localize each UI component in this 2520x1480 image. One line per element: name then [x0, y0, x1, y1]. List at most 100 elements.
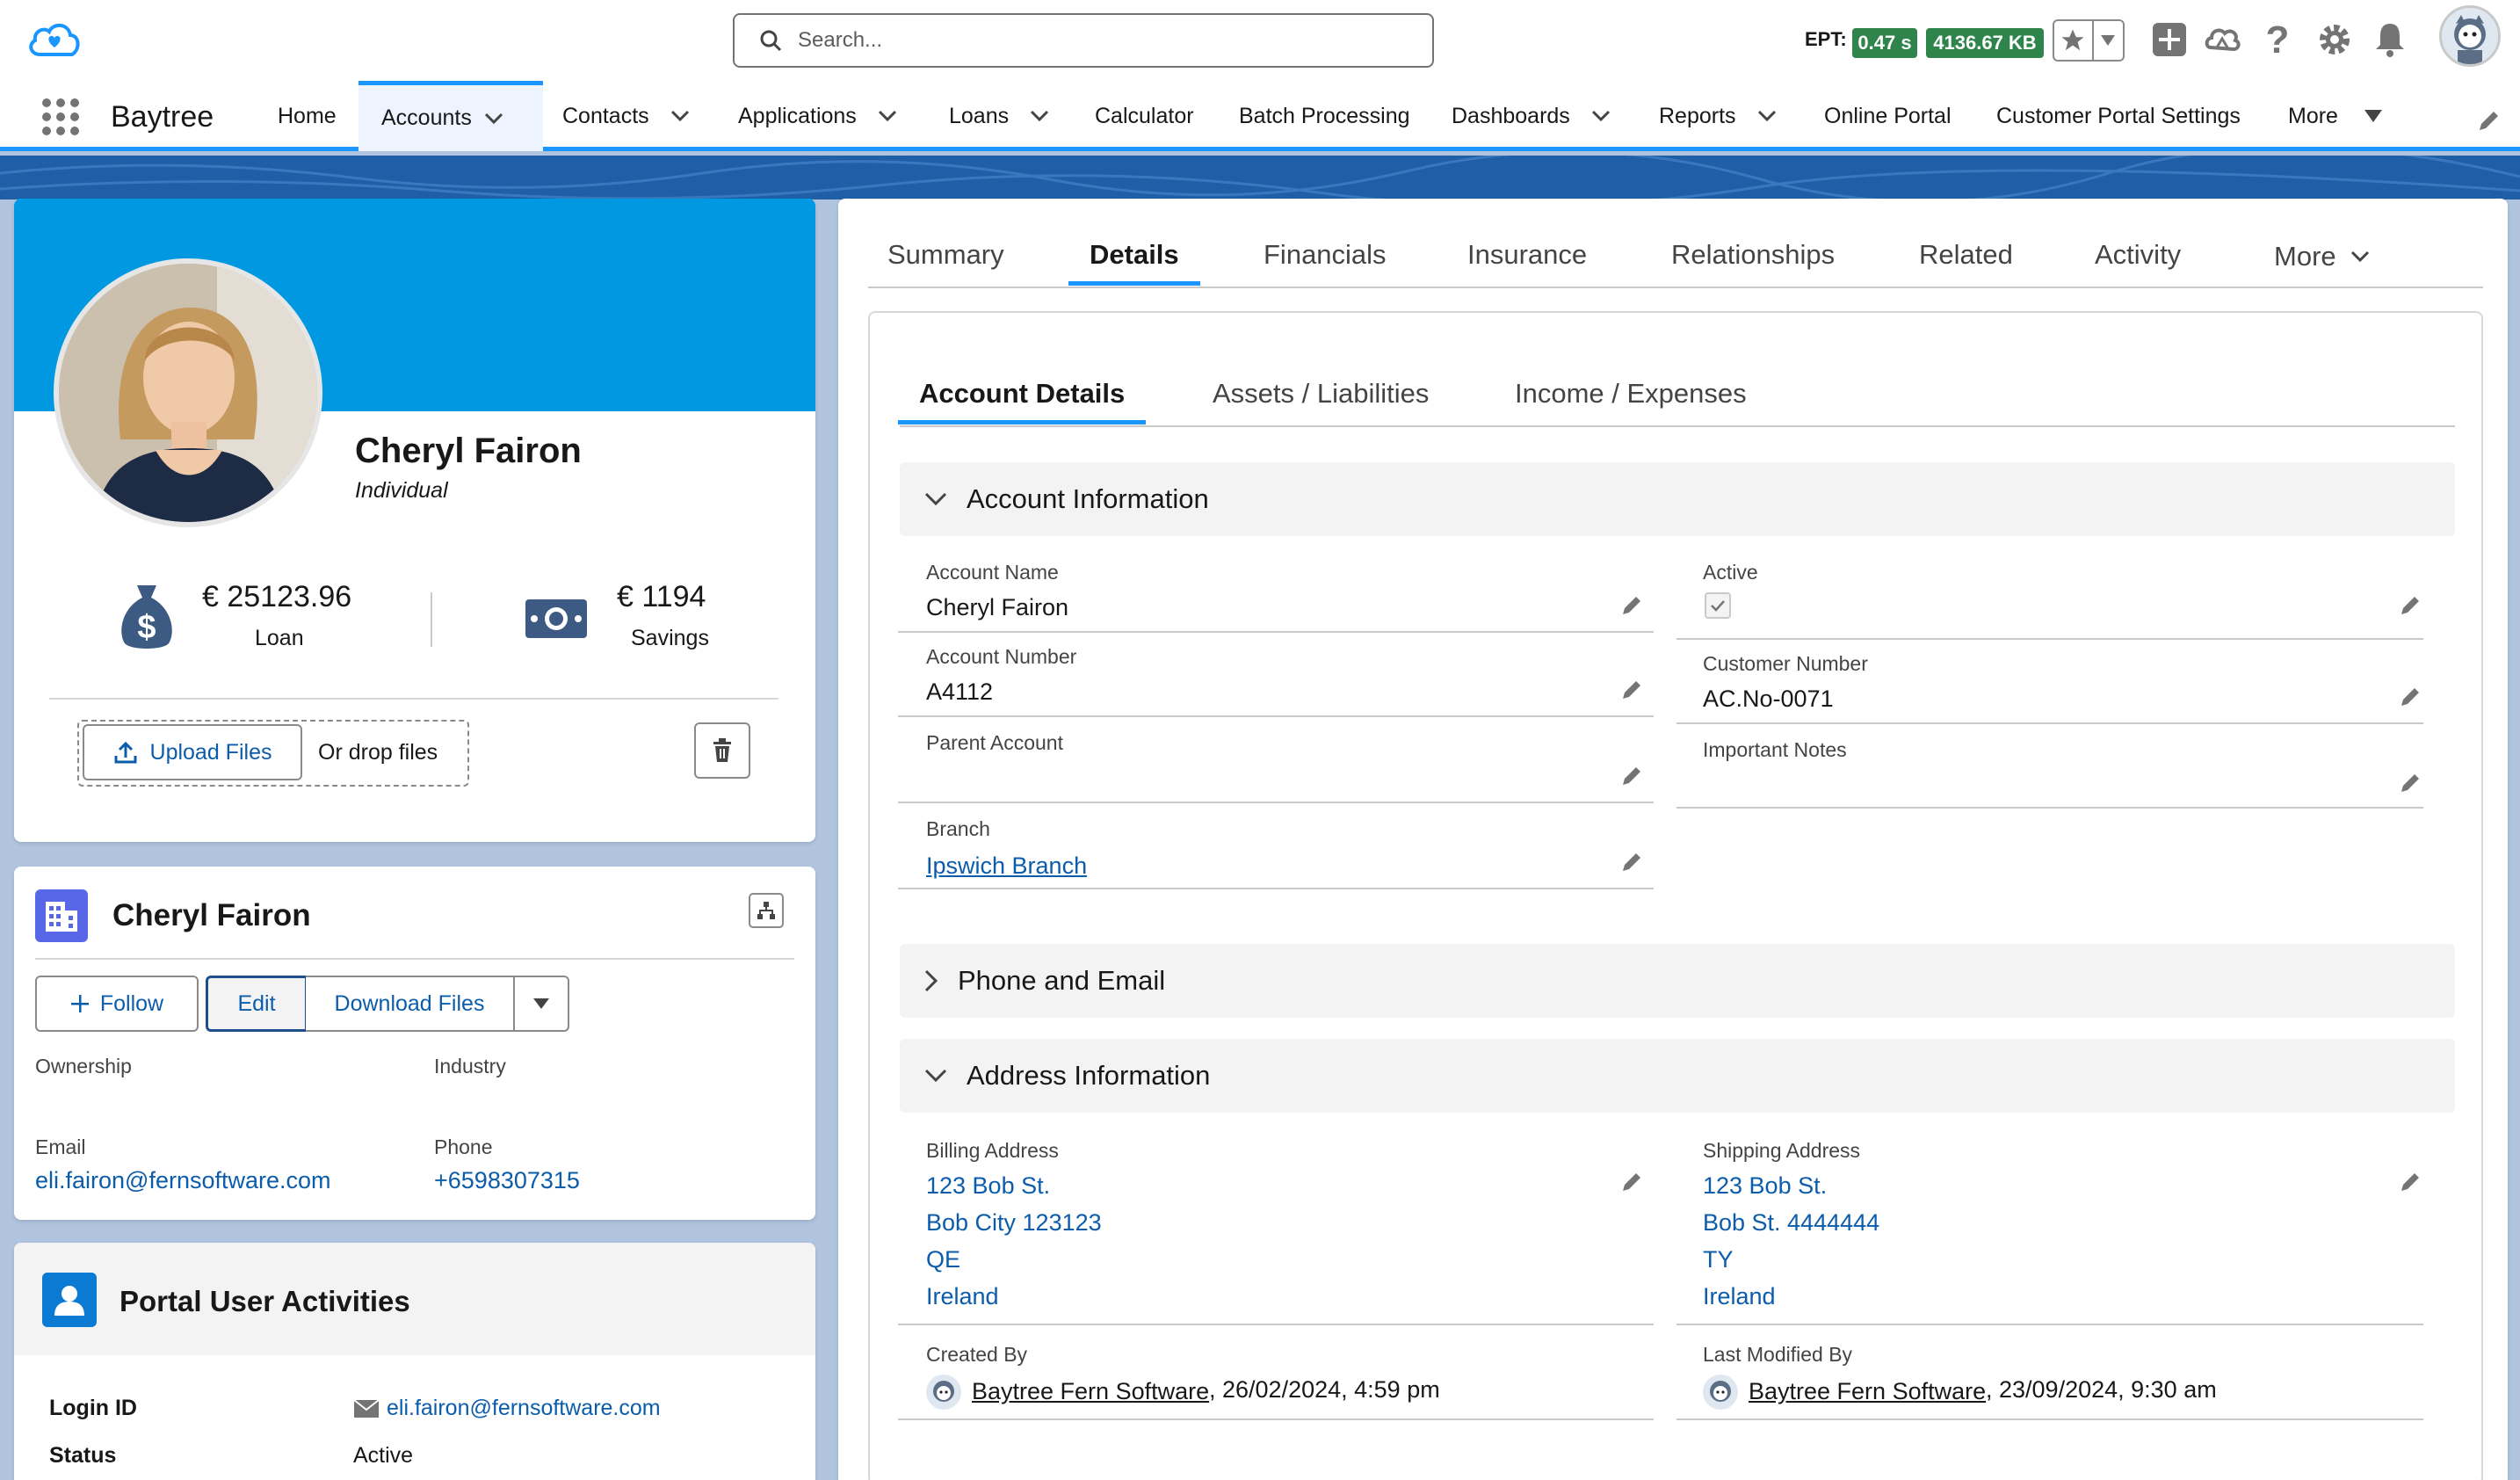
subtabs-underline	[900, 425, 2455, 427]
chevron-down-icon[interactable]	[2094, 21, 2123, 60]
edit-nav-icon[interactable]	[2476, 107, 2502, 134]
tab-activity[interactable]: Activity	[2095, 239, 2181, 271]
email-link[interactable]: eli.fairon@fernsoftware.com	[35, 1167, 331, 1194]
last-modified-by-label: Last Modified By	[1703, 1343, 1853, 1366]
tab-details[interactable]: Details	[1090, 239, 1179, 271]
tab-insurance[interactable]: Insurance	[1467, 239, 1587, 271]
subtab-account-details[interactable]: Account Details	[919, 378, 1125, 410]
app-launcher-icon[interactable]	[40, 97, 81, 137]
tab-more[interactable]: More	[2274, 241, 2370, 272]
svg-text:$: $	[137, 609, 156, 646]
caret-down-icon[interactable]	[2364, 110, 2382, 122]
edit-pencil-icon[interactable]	[2399, 592, 2423, 617]
billing-line-2[interactable]: Bob City 123123	[926, 1209, 1102, 1237]
cloud-logo-icon[interactable]	[25, 19, 84, 60]
edit-pencil-icon[interactable]	[1620, 677, 1645, 701]
upload-files-button[interactable]: Upload Files	[83, 724, 302, 780]
star-icon[interactable]	[2054, 21, 2094, 60]
edit-pencil-icon[interactable]	[1620, 849, 1645, 874]
nav-item-dashboards[interactable]: Dashboards	[1452, 81, 1611, 151]
nav-item-label: Dashboards	[1452, 103, 1570, 128]
user-icon	[42, 1273, 97, 1327]
gear-icon[interactable]	[2316, 21, 2353, 58]
customer-number-value: AC.No-0071	[1703, 686, 1834, 712]
section-phone-and-email[interactable]: Phone and Email	[900, 944, 2455, 1018]
chevron-down-icon[interactable]	[878, 110, 897, 122]
tab-relationships[interactable]: Relationships	[1671, 239, 1835, 271]
search-input[interactable]	[798, 28, 1395, 53]
edit-pencil-icon[interactable]	[1620, 763, 1645, 787]
setup-assistant-icon[interactable]	[2204, 21, 2241, 58]
global-search[interactable]	[733, 13, 1434, 68]
chevron-right-icon	[924, 969, 938, 992]
phone-link[interactable]: +6598307315	[434, 1167, 580, 1194]
chevron-down-icon[interactable]	[1757, 110, 1777, 122]
download-files-button[interactable]: Download Files	[306, 976, 515, 1032]
chevron-down-icon[interactable]	[670, 110, 690, 122]
status-value: Active	[353, 1443, 414, 1468]
nav-item-customer-portal-settings[interactable]: Customer Portal Settings	[1996, 81, 2241, 151]
nav-item-more[interactable]: More	[2288, 81, 2382, 151]
nav-item-label: Home	[278, 103, 337, 128]
account-number-label: Account Number	[926, 645, 1077, 668]
last-modified-date: , 23/09/2024, 9:30 am	[1986, 1376, 2217, 1403]
nav-item-batch-processing[interactable]: Batch Processing	[1239, 81, 1410, 151]
active-tab-indicator	[1068, 281, 1200, 286]
nav-item-contacts[interactable]: Contacts	[562, 81, 690, 151]
section-account-information[interactable]: Account Information	[900, 462, 2455, 536]
billing-line-4[interactable]: Ireland	[926, 1283, 999, 1310]
nav-item-applications[interactable]: Applications	[738, 81, 897, 151]
delete-button[interactable]	[694, 722, 750, 779]
shipping-line-2[interactable]: Bob St. 4444444	[1703, 1209, 1879, 1237]
portal-card-title: Portal User Activities	[119, 1285, 410, 1317]
active-subtab-indicator	[898, 420, 1146, 424]
created-by-link[interactable]: Baytree Fern Software	[972, 1378, 1209, 1405]
shipping-line-4[interactable]: Ireland	[1703, 1283, 1776, 1310]
subtab-assets-liabilities[interactable]: Assets / Liabilities	[1213, 378, 1429, 410]
nav-item-online-portal[interactable]: Online Portal	[1824, 81, 1952, 151]
upload-files-label: Upload Files	[149, 739, 272, 765]
edit-pencil-icon[interactable]	[1620, 592, 1645, 617]
nav-item-home[interactable]: Home	[278, 81, 337, 151]
nav-item-reports[interactable]: Reports	[1659, 81, 1777, 151]
profile-type: Individual	[355, 478, 448, 503]
edit-button[interactable]: Edit	[206, 976, 308, 1032]
nav-item-calculator[interactable]: Calculator	[1095, 81, 1194, 151]
section-address-information[interactable]: Address Information	[900, 1039, 2455, 1113]
billing-line-3[interactable]: QE	[926, 1246, 960, 1273]
bell-icon[interactable]	[2372, 21, 2408, 58]
field-separator	[1676, 638, 2423, 640]
branch-link[interactable]: Ipswich Branch	[926, 852, 1087, 880]
customer-number-label: Customer Number	[1703, 652, 1868, 675]
active-checkbox[interactable]	[1705, 592, 1731, 619]
nav-item-accounts[interactable]: Accounts	[358, 81, 543, 151]
billing-line-1[interactable]: 123 Bob St.	[926, 1172, 1050, 1200]
tab-related[interactable]: Related	[1919, 239, 2013, 271]
loan-label: Loan	[255, 626, 304, 650]
phone-label: Phone	[434, 1135, 493, 1158]
tab-summary[interactable]: Summary	[887, 239, 1004, 271]
last-modified-by-link[interactable]: Baytree Fern Software	[1749, 1378, 1986, 1405]
edit-pencil-icon[interactable]	[2399, 770, 2423, 794]
edit-pencil-icon[interactable]	[1620, 1169, 1645, 1193]
nav-item-label: Loans	[949, 103, 1010, 128]
chevron-down-icon[interactable]	[484, 112, 503, 125]
trash-icon	[713, 738, 731, 762]
help-icon[interactable]: ?	[2262, 21, 2293, 58]
shipping-line-3[interactable]: TY	[1703, 1246, 1734, 1273]
chevron-down-icon	[924, 1069, 947, 1083]
login-id-link[interactable]: eli.fairon@fernsoftware.com	[387, 1396, 661, 1421]
chevron-down-icon[interactable]	[1030, 110, 1049, 122]
follow-button[interactable]: Follow	[35, 976, 199, 1032]
user-avatar[interactable]	[2439, 5, 2501, 67]
edit-pencil-icon[interactable]	[2399, 1169, 2423, 1193]
edit-pencil-icon[interactable]	[2399, 684, 2423, 708]
add-icon[interactable]	[2151, 21, 2188, 58]
tab-financials[interactable]: Financials	[1264, 239, 1387, 271]
hierarchy-button[interactable]	[749, 893, 784, 928]
nav-item-loans[interactable]: Loans	[949, 81, 1049, 151]
chevron-down-icon[interactable]	[1591, 110, 1611, 122]
subtab-income-expenses[interactable]: Income / Expenses	[1515, 378, 1747, 410]
shipping-line-1[interactable]: 123 Bob St.	[1703, 1172, 1827, 1200]
more-actions-button[interactable]	[513, 976, 569, 1032]
